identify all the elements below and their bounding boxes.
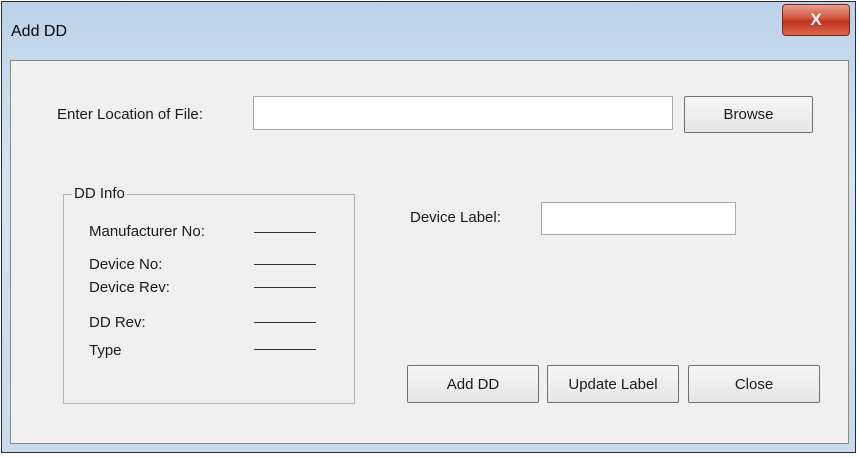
- update-label-button-label: Update Label: [568, 375, 658, 393]
- device-label-label: Device Label:: [410, 209, 501, 226]
- dialog-body: Enter Location of File: Browse DD Info M…: [10, 60, 849, 444]
- add-dd-dialog: Add DD X Enter Location of File: Browse …: [1, 1, 856, 453]
- close-button[interactable]: Close: [688, 365, 820, 403]
- dd-rev-label: DD Rev:: [89, 314, 146, 331]
- file-location-label: Enter Location of File:: [57, 106, 203, 123]
- device-rev-value: [254, 287, 316, 288]
- update-label-button[interactable]: Update Label: [547, 365, 679, 403]
- window-title: Add DD: [11, 23, 68, 40]
- close-window-button[interactable]: X: [782, 4, 850, 36]
- file-location-input[interactable]: [253, 96, 673, 130]
- type-label: Type: [89, 342, 122, 359]
- dd-info-group: DD Info Manufacturer No: Device No: Devi…: [63, 185, 355, 404]
- device-rev-label: Device Rev:: [89, 279, 170, 296]
- device-label-input[interactable]: [541, 202, 736, 235]
- close-icon: X: [810, 10, 822, 29]
- close-button-label: Close: [734, 375, 774, 393]
- device-no-label: Device No:: [89, 256, 163, 273]
- add-dd-button-label: Add DD: [446, 375, 500, 393]
- title-bar: Add DD X: [2, 2, 855, 60]
- add-dd-button[interactable]: Add DD: [407, 365, 539, 403]
- manufacturer-no-label: Manufacturer No:: [89, 223, 205, 240]
- browse-button-label: Browse: [723, 106, 774, 123]
- browse-button[interactable]: Browse: [684, 96, 813, 133]
- device-no-value: [254, 264, 316, 265]
- dd-info-title: DD Info: [72, 185, 127, 202]
- dd-rev-value: [254, 322, 316, 323]
- manufacturer-no-value: [254, 232, 316, 233]
- type-value: [254, 349, 316, 350]
